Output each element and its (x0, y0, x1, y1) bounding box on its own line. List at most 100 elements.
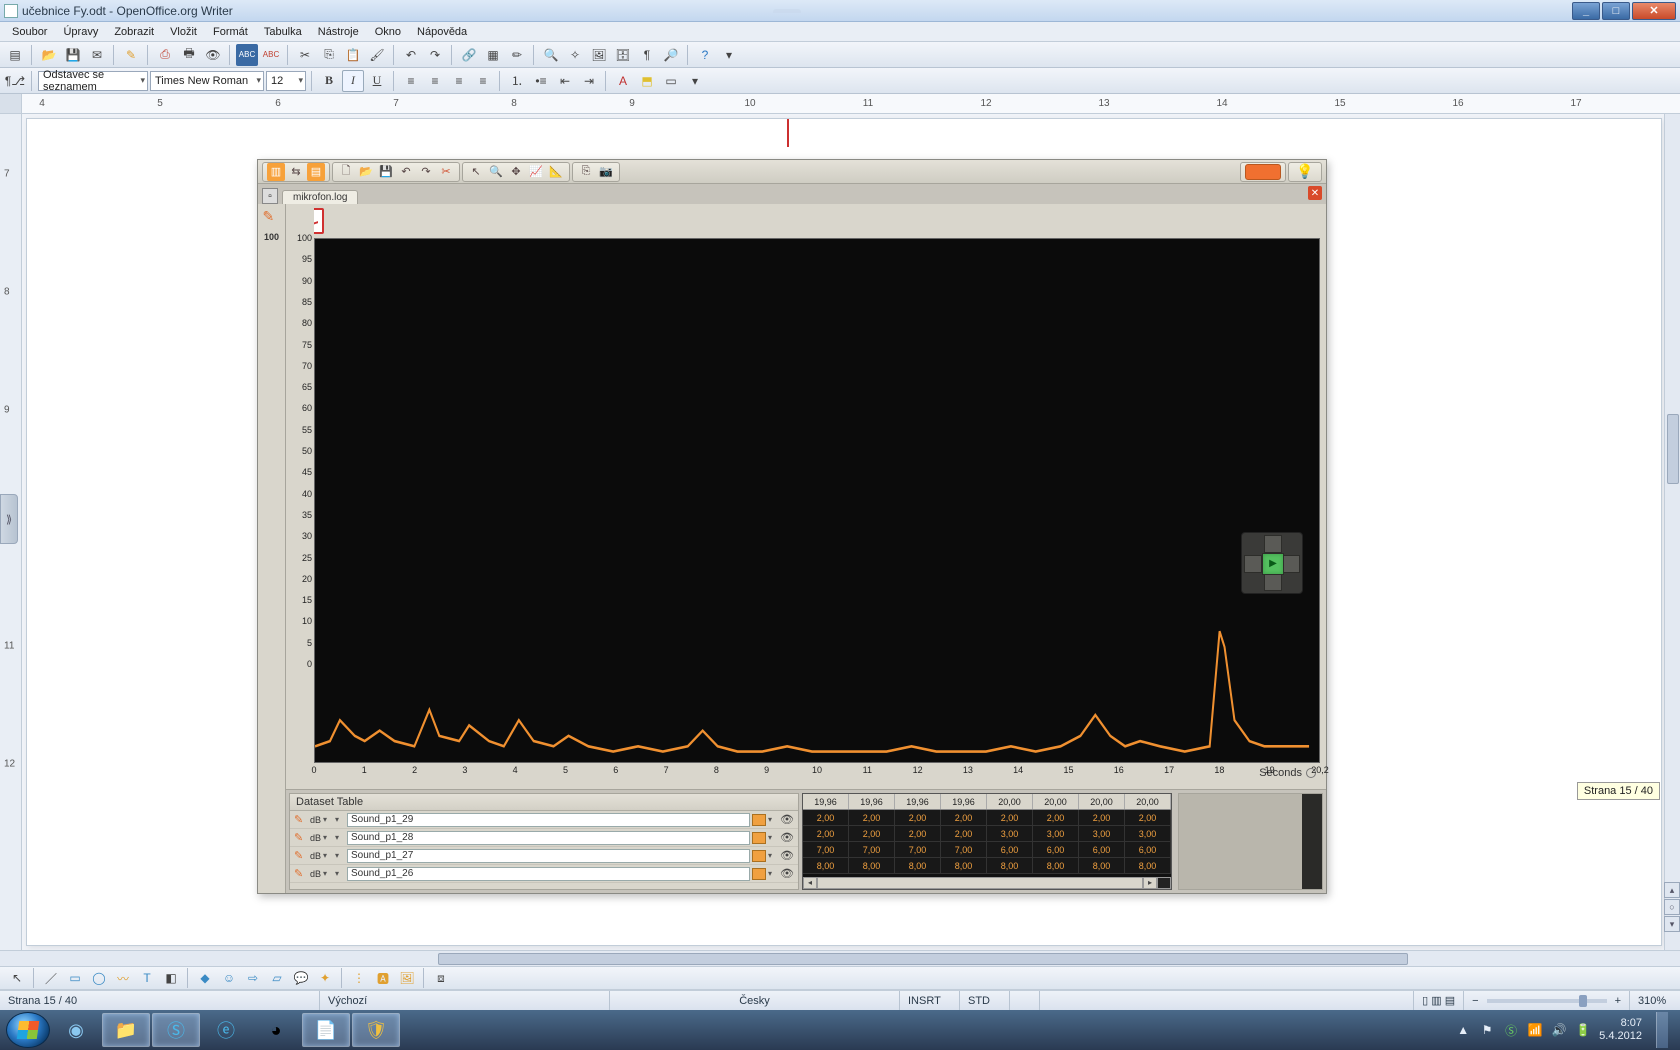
underline-button[interactable]: U (366, 70, 388, 92)
status-sig[interactable] (1010, 991, 1040, 1010)
undo-icon[interactable]: ↶ (400, 44, 422, 66)
menu-edit[interactable]: Úpravy (57, 24, 104, 40)
color-swatch[interactable] (752, 868, 766, 880)
menu-insert[interactable]: Vložit (164, 24, 203, 40)
color-dropdown-icon[interactable]: ▾ (335, 833, 345, 842)
emb-mode3-icon[interactable]: ▤ (307, 163, 325, 181)
draw-text-icon[interactable]: T (136, 967, 158, 989)
vertical-scrollbar[interactable] (1664, 114, 1680, 950)
table-icon[interactable]: ▦ (482, 44, 504, 66)
visibility-icon[interactable]: 👁 (780, 831, 794, 844)
draw-symbolshapes-icon[interactable]: ☺ (218, 967, 240, 989)
draw-fromfile-icon[interactable]: 🖼 (396, 967, 418, 989)
menu-help[interactable]: Nápověda (411, 24, 473, 40)
menu-table[interactable]: Tabulka (258, 24, 308, 40)
taskbar-clock[interactable]: 8:07 5.4.2012 (1599, 1017, 1642, 1043)
emb-hint-icon[interactable]: 💡 (1293, 163, 1317, 181)
draw-rect-icon[interactable]: ▭ (64, 967, 86, 989)
taskbar-shield-icon[interactable]: 🛡 (352, 1013, 400, 1047)
dropdown-icon[interactable]: ▾ (323, 851, 333, 860)
taskbar-explorer-icon[interactable]: 📁 (102, 1013, 150, 1047)
menu-window[interactable]: Okno (369, 24, 407, 40)
emb-export-icon[interactable]: ⎘ (577, 163, 595, 181)
status-style[interactable]: Výchozí (320, 991, 610, 1010)
visibility-icon[interactable]: 👁 (780, 849, 794, 862)
align-center-icon[interactable]: ≡ (424, 70, 446, 92)
draw-freeform-icon[interactable]: 〰 (112, 967, 134, 989)
email-icon[interactable]: ✉ (86, 44, 108, 66)
chart-plot[interactable]: ▶ (314, 238, 1320, 763)
emb-pan-icon[interactable]: ✥ (507, 163, 525, 181)
zoom-out-icon[interactable]: − (1472, 995, 1478, 1007)
minimize-button[interactable]: _ (1572, 2, 1600, 20)
emb-mode2-icon[interactable]: ⇆ (287, 163, 305, 181)
toolbar-dropdown2-icon[interactable]: ▾ (684, 70, 706, 92)
visibility-icon[interactable]: 👁 (780, 813, 794, 826)
emb-chart-icon[interactable]: 📈 (527, 163, 545, 181)
edit-doc-icon[interactable]: ✎ (120, 44, 142, 66)
font-name-combo[interactable]: Times New Roman (150, 71, 264, 91)
tray-power-icon[interactable]: 🔋 (1575, 1022, 1591, 1038)
emb-camera-icon[interactable]: 📷 (597, 163, 615, 181)
draw-stars-icon[interactable]: ✦ (314, 967, 336, 989)
visibility-icon[interactable]: 👁 (780, 867, 794, 880)
color-dropdown-icon[interactable]: ▾ (335, 869, 345, 878)
color-dropdown-icon[interactable]: ▾ (335, 815, 345, 824)
dataset-name-input[interactable] (347, 849, 750, 863)
dataset-name-input[interactable] (347, 813, 750, 827)
print-icon[interactable]: 🖶 (178, 44, 200, 66)
zoom-value[interactable]: 310% (1630, 991, 1680, 1010)
nav-left-button[interactable] (1244, 555, 1262, 573)
paragraph-style-combo[interactable]: Odstavec se seznamem (38, 71, 148, 91)
emb-pencil-icon[interactable]: ✎ (263, 208, 281, 226)
taskbar-hp-icon[interactable]: ◉ (52, 1013, 100, 1047)
next-page-icon[interactable]: ▾ (1664, 916, 1680, 932)
emb-open-icon[interactable]: 📂 (357, 163, 375, 181)
zoom-controls[interactable]: − + (1464, 991, 1630, 1010)
status-selection[interactable]: STD (960, 991, 1010, 1010)
swatch-dropdown-icon[interactable]: ▾ (768, 869, 778, 878)
emb-new-icon[interactable]: 🗋 (337, 163, 355, 181)
navigator-icon[interactable]: ✧ (564, 44, 586, 66)
tray-skype-icon[interactable]: Ⓢ (1503, 1022, 1519, 1038)
draw-select-icon[interactable]: ↖ (6, 967, 28, 989)
scroll-end-icon[interactable] (1157, 877, 1171, 889)
hyperlink-icon[interactable]: 🔗 (458, 44, 480, 66)
export-pdf-icon[interactable]: ⎙ (154, 44, 176, 66)
pencil-icon[interactable]: ✎ (294, 867, 308, 880)
background-window-tab[interactable] (773, 9, 801, 13)
swatch-dropdown-icon[interactable]: ▾ (768, 851, 778, 860)
bullet-list-icon[interactable]: •≡ (530, 70, 552, 92)
redo-icon[interactable]: ↷ (424, 44, 446, 66)
emb-cursor-icon[interactable]: ↖ (467, 163, 485, 181)
bg-color-icon[interactable]: ▭ (660, 70, 682, 92)
horizontal-scrollbar[interactable] (0, 950, 1680, 966)
status-page[interactable]: Strana 15 / 40 (0, 991, 320, 1010)
close-button[interactable]: ✕ (1632, 2, 1676, 20)
scroll-left-icon[interactable]: ◂ (803, 877, 817, 889)
dropdown-icon[interactable]: ▾ (323, 833, 333, 842)
taskbar-ie-icon[interactable]: ⓔ (202, 1013, 250, 1047)
menu-format[interactable]: Formát (207, 24, 254, 40)
horizontal-ruler[interactable]: 4567891011121314151617 (0, 94, 1680, 114)
tray-volume-icon[interactable]: 🔊 (1551, 1022, 1567, 1038)
emb-undo-icon[interactable]: ↶ (397, 163, 415, 181)
nav-play-button[interactable]: ▶ (1262, 553, 1284, 575)
draw-ellipse-icon[interactable]: ◯ (88, 967, 110, 989)
nav-down-button[interactable] (1264, 573, 1282, 591)
color-swatch[interactable] (752, 850, 766, 862)
nav-browse-icon[interactable]: ○ (1664, 899, 1680, 915)
dropdown-icon[interactable]: ▾ (323, 815, 333, 824)
emb-tab-close-icon[interactable]: ▫ (262, 188, 278, 204)
copy-icon[interactable]: ⎘ (318, 44, 340, 66)
datasource-icon[interactable]: 🗄 (612, 44, 634, 66)
open-icon[interactable]: 📂 (38, 44, 60, 66)
help-icon[interactable]: ? (694, 44, 716, 66)
show-draw-icon[interactable]: ✏ (506, 44, 528, 66)
draw-callouts-icon[interactable]: 💬 (290, 967, 312, 989)
status-language[interactable]: Česky (610, 991, 900, 1010)
draw-points-icon[interactable]: ⋮ (348, 967, 370, 989)
nonprint-chars-icon[interactable]: ¶ (636, 44, 658, 66)
tray-expand-icon[interactable]: ▲ (1455, 1022, 1471, 1038)
swatch-dropdown-icon[interactable]: ▾ (768, 815, 778, 824)
